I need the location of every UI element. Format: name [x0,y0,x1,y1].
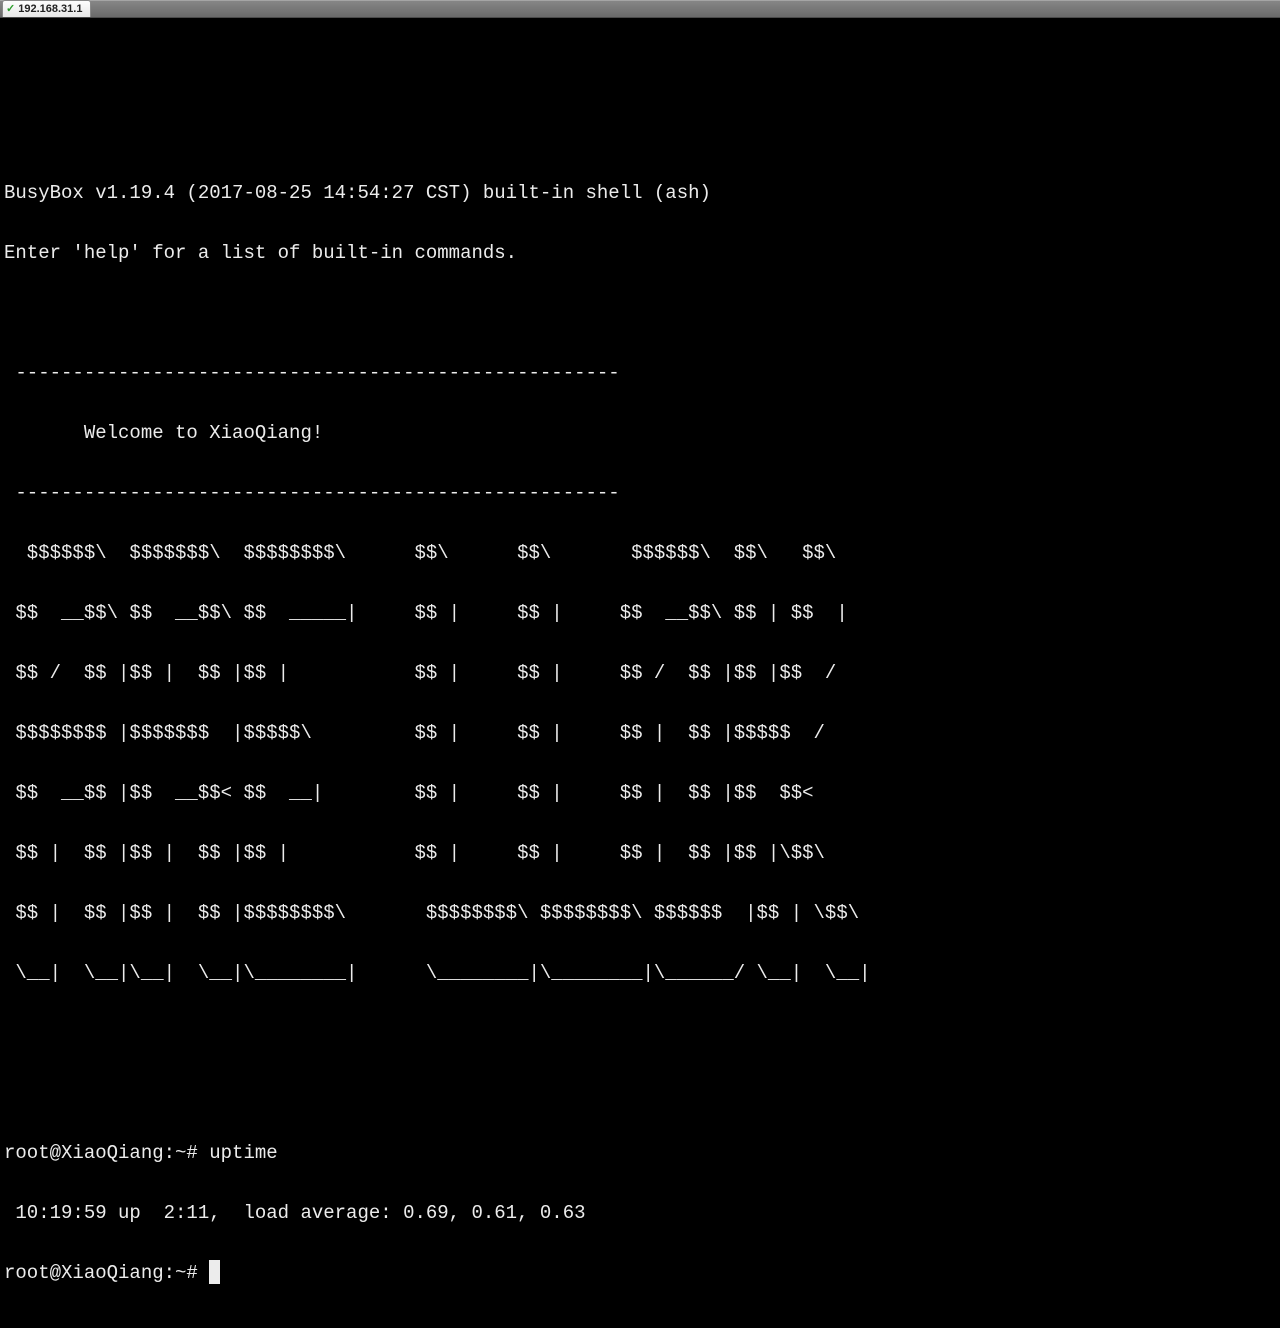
ascii-art-line: $$$$$$$$ |$$$$$$$ |$$$$$\ $$ | $$ | $$ |… [4,718,1276,748]
ascii-art-line: $$ __$$ |$$ __$$< $$ __| $$ | $$ | $$ | … [4,778,1276,808]
ascii-art-line: \__| \__|\__| \__|\________| \________|\… [4,958,1276,988]
cursor [209,1260,220,1284]
blank [4,298,1276,328]
title-bar: ✓ 192.168.31.1 [0,0,1280,18]
ascii-art-line: $$ __$$\ $$ __$$\ $$ _____| $$ | $$ | $$… [4,598,1276,628]
prompt-line: root@XiaoQiang:~# uptime [4,1138,1276,1168]
ascii-art-line: $$ | $$ |$$ | $$ |$$$$$$$$\ $$$$$$$$\ $$… [4,898,1276,928]
session-tab[interactable]: ✓ 192.168.31.1 [2,0,91,17]
blank [4,118,1276,148]
ascii-art-line: $$$$$$\ $$$$$$$\ $$$$$$$$\ $$\ $$\ $$$$$… [4,538,1276,568]
blank [4,1078,1276,1108]
ascii-art-line: ----------------------------------------… [4,358,1276,388]
banner-line: BusyBox v1.19.4 (2017-08-25 14:54:27 CST… [4,178,1276,208]
check-icon: ✓ [6,4,15,15]
shell-command: uptime [209,1142,277,1164]
banner-line: Enter 'help' for a list of built-in comm… [4,238,1276,268]
ascii-art-line: $$ | $$ |$$ | $$ |$$ | $$ | $$ | $$ | $$… [4,838,1276,868]
ascii-art-line: Welcome to XiaoQiang! [4,418,1276,448]
ascii-art-line: ----------------------------------------… [4,478,1276,508]
shell-prompt: root@XiaoQiang:~# [4,1262,209,1284]
blank [4,1018,1276,1048]
ascii-art-line: $$ / $$ |$$ | $$ |$$ | $$ | $$ | $$ / $$… [4,658,1276,688]
terminal-output[interactable]: BusyBox v1.19.4 (2017-08-25 14:54:27 CST… [0,18,1280,1328]
shell-prompt: root@XiaoQiang:~# [4,1142,209,1164]
tab-host-label: 192.168.31.1 [18,3,82,15]
prompt-line: root@XiaoQiang:~# [4,1258,1276,1288]
command-output: 10:19:59 up 2:11, load average: 0.69, 0.… [4,1198,1276,1228]
blank [4,58,1276,88]
